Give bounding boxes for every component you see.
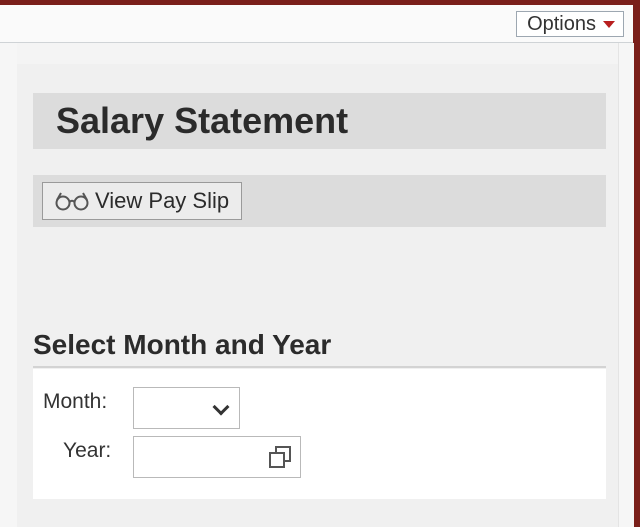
section-divider: [33, 366, 606, 368]
left-gutter: [0, 43, 17, 527]
year-input[interactable]: [133, 436, 301, 478]
title-bar: Salary Statement: [33, 93, 606, 149]
glasses-icon: [55, 192, 89, 211]
page-title: Salary Statement: [56, 100, 349, 141]
section-title: Select Month and Year: [33, 329, 332, 360]
options-label: Options: [527, 13, 596, 35]
action-bar: View Pay Slip: [33, 175, 606, 227]
caret-down-icon: [603, 20, 615, 28]
chevron-down-icon: [212, 398, 230, 416]
month-label: Month:: [43, 390, 108, 413]
top-toolbar: Options: [0, 5, 633, 43]
window-picker-icon[interactable]: [268, 445, 292, 469]
month-year-form: Month: Year:: [33, 369, 606, 499]
main-content: Salary Statement View Pay Slip Select Mo…: [17, 64, 618, 527]
right-gutter: [618, 43, 634, 527]
view-pay-slip-button[interactable]: View Pay Slip: [42, 182, 243, 220]
options-button[interactable]: Options: [516, 11, 624, 37]
view-pay-slip-label: View Pay Slip: [95, 188, 230, 213]
window-frame-right: [633, 0, 640, 527]
month-select[interactable]: [133, 387, 240, 429]
year-label: Year:: [63, 439, 112, 462]
